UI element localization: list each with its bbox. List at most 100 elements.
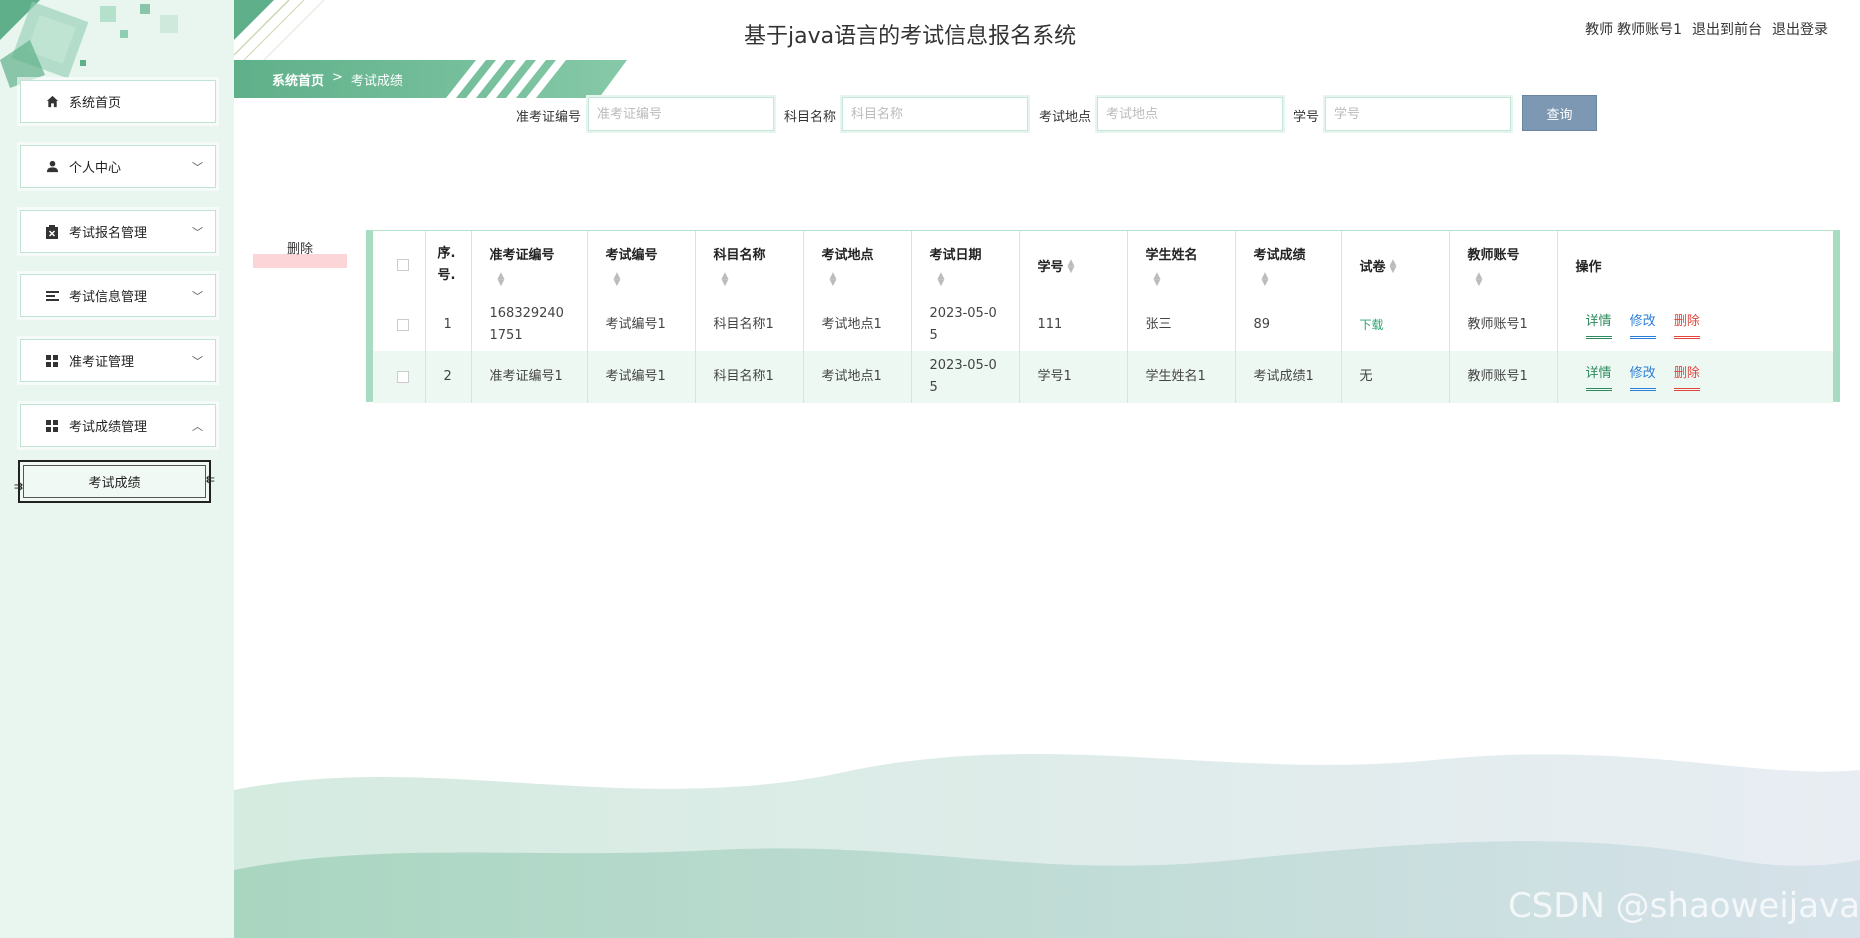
detail-button[interactable]: 详情: [1585, 311, 1612, 339]
header-student-no[interactable]: 学号 ▲ ▼: [1019, 231, 1128, 299]
batch-delete-button[interactable]: 删除: [253, 238, 347, 268]
chevron-down-icon: ﹀: [192, 290, 203, 303]
cell-location: 考试地点1: [803, 299, 912, 351]
header-teacher[interactable]: 教师账号 ▲ ▼: [1449, 231, 1558, 299]
table-row: 1 1683292401751 考试编号1 科目名称1 考试地点1 2023-0…: [373, 299, 1833, 351]
subject-search-input[interactable]: [840, 95, 1030, 133]
breadcrumb-current: 考试成绩: [350, 74, 403, 89]
sort-icon[interactable]: ▲ ▼: [1476, 271, 1539, 287]
chevron-down-icon: ﹀: [192, 355, 203, 368]
exit-to-front-link[interactable]: 退出到前台: [1692, 19, 1762, 39]
user-account: 教师账号1: [1617, 22, 1682, 38]
header-ticket[interactable]: 准考证编号 ▲ ▼: [471, 231, 588, 299]
user-role: 教师: [1585, 22, 1614, 38]
user-icon: [45, 160, 59, 174]
sidebar-item-label: 考试成绩管理: [69, 420, 148, 435]
header-date[interactable]: 考试日期 ▲ ▼: [911, 231, 1020, 299]
edit-button[interactable]: 修改: [1629, 363, 1656, 391]
row-checkbox[interactable]: [397, 318, 409, 331]
sidebar-item-home[interactable]: 系统首页: [15, 80, 216, 130]
cell-teacher: 教师账号1: [1449, 351, 1558, 403]
edit-button[interactable]: 修改: [1629, 311, 1656, 339]
breadcrumb-separator: >: [332, 70, 343, 85]
sidebar-subitem-exam-score[interactable]: ⇉ 考试成绩 ⇇: [14, 460, 215, 503]
cell-exam-no: 考试编号1: [587, 299, 696, 351]
watermark: CSDN @shaoweijava: [1507, 886, 1860, 926]
sort-icon[interactable]: ▲ ▼: [1390, 259, 1397, 275]
table-row: 2 准考证编号1 考试编号1 科目名称1 考试地点1 2023-05-05 学号…: [373, 351, 1833, 403]
breadcrumb-home[interactable]: 系统首页: [272, 70, 324, 89]
sidebar: 系统首页 个人中心 ﹀ 考试报名管理 ﹀ 考试信息管理 ﹀ 准考证管理 ﹀ 考试…: [0, 0, 234, 938]
header-paper[interactable]: 试卷 ▲ ▼: [1341, 231, 1450, 299]
row-checkbox[interactable]: [397, 370, 409, 383]
cell-date: 2023-05-05: [911, 351, 1020, 403]
header-select-all[interactable]: [373, 231, 426, 299]
subject-label: 科目名称: [784, 110, 837, 125]
header-score[interactable]: 考试成绩 ▲ ▼: [1235, 231, 1342, 299]
sort-icon[interactable]: ▲ ▼: [722, 271, 785, 287]
delete-button[interactable]: 删除: [1673, 363, 1700, 391]
sort-icon[interactable]: ▲ ▼: [1154, 271, 1217, 287]
header-actions: 操作: [1575, 259, 1602, 275]
chevron-down-icon: ﹀: [192, 161, 203, 174]
sort-icon[interactable]: ▲ ▼: [1262, 271, 1323, 287]
cell-score: 89: [1235, 299, 1342, 351]
sidebar-subitem-label: 考试成绩: [88, 476, 141, 491]
cell-index: 1: [425, 299, 472, 351]
cell-subject: 科目名称1: [695, 351, 804, 403]
cell-ticket: 准考证编号1: [471, 351, 588, 403]
cell-actions: 详情 修改 删除: [1557, 299, 1833, 351]
list-icon: [45, 289, 59, 303]
header-index: 序.号.: [425, 231, 472, 299]
sort-icon[interactable]: ▲ ▼: [614, 271, 677, 287]
cell-exam-no: 考试编号1: [587, 351, 696, 403]
sidebar-item-label: 个人中心: [69, 161, 122, 176]
cell-date: 2023-05-05: [911, 299, 1020, 351]
sort-icon[interactable]: ▲ ▼: [498, 271, 569, 287]
download-link[interactable]: 下载: [1360, 318, 1384, 332]
logout-link[interactable]: 退出登录: [1772, 19, 1828, 39]
sort-icon[interactable]: ▲ ▼: [938, 271, 1001, 287]
page-title: 基于java语言的考试信息报名系统: [744, 24, 1077, 49]
cell-student-no: 111: [1019, 299, 1128, 351]
header-student-name[interactable]: 学生姓名 ▲ ▼: [1127, 231, 1236, 299]
cell-student-no: 学号1: [1019, 351, 1128, 403]
header: 基于java语言的考试信息报名系统 教师 教师账号1 退出到前台 退出登录: [234, 0, 1860, 60]
query-button[interactable]: 查询: [1522, 95, 1597, 131]
cell-teacher: 教师账号1: [1449, 299, 1558, 351]
score-table: 序.号. 准考证编号 ▲ ▼ 考试编号 ▲ ▼ 科目名称 ▲ ▼ 考试地点 ▲ ▼ 考试日期 ▲ ▼…: [366, 230, 1840, 403]
header-location[interactable]: 考试地点 ▲ ▼: [803, 231, 912, 299]
sidebar-item-personal-center[interactable]: 个人中心 ﹀: [15, 145, 216, 195]
sidebar-item-label: 系统首页: [69, 96, 122, 111]
cell-score: 考试成绩1: [1235, 351, 1342, 403]
sidebar-item-label: 准考证管理: [69, 355, 135, 370]
header-exam-no[interactable]: 考试编号 ▲ ▼: [587, 231, 696, 299]
cell-subject: 科目名称1: [695, 299, 804, 351]
sidebar-item-exam-score[interactable]: 考试成绩管理 ︿: [15, 404, 216, 454]
cell-paper: 无: [1341, 351, 1450, 403]
ticket-label: 准考证编号: [516, 110, 582, 125]
header-subject[interactable]: 科目名称 ▲ ▼: [695, 231, 804, 299]
detail-button[interactable]: 详情: [1585, 363, 1612, 391]
breadcrumb: 系统首页 > 考试成绩: [272, 70, 403, 89]
cell-student-name: 学生姓名1: [1127, 351, 1236, 403]
chevron-up-icon: ︿: [192, 420, 203, 433]
sort-icon[interactable]: ▲ ▼: [1068, 259, 1075, 275]
ticket-search-input[interactable]: [586, 95, 776, 133]
user-area: 教师 教师账号1 退出到前台 退出登录: [1585, 19, 1828, 39]
location-search-input[interactable]: [1095, 95, 1285, 133]
sidebar-item-exam-info[interactable]: 考试信息管理 ﹀: [15, 274, 216, 324]
clipboard-icon: [45, 224, 59, 239]
select-all-checkbox[interactable]: [397, 259, 409, 271]
header-decoration: [234, 0, 325, 60]
grid-icon: [45, 354, 59, 368]
cell-paper: 下载: [1341, 299, 1450, 351]
student-no-search-input[interactable]: [1323, 95, 1513, 133]
sidebar-item-admission-ticket[interactable]: 准考证管理 ﹀: [15, 339, 216, 389]
sidebar-item-exam-registration[interactable]: 考试报名管理 ﹀: [15, 210, 216, 260]
grid-icon: [45, 419, 59, 433]
student-no-label: 学号: [1293, 110, 1320, 125]
sort-icon[interactable]: ▲ ▼: [830, 271, 893, 287]
location-label: 考试地点: [1039, 110, 1092, 125]
delete-button[interactable]: 删除: [1673, 311, 1700, 339]
